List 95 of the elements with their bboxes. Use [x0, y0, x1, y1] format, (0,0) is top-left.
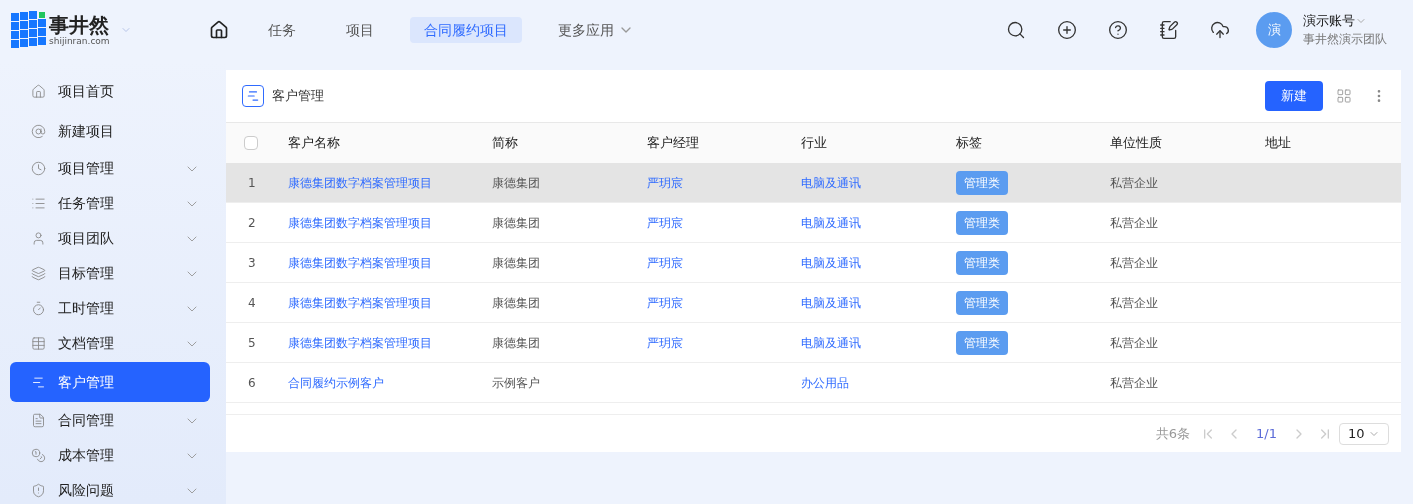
- clock-icon: [31, 161, 46, 176]
- coins-icon: [31, 448, 46, 463]
- nav-tab[interactable]: 项目: [332, 17, 388, 43]
- tag: 管理类: [956, 290, 1008, 315]
- customer-name-link[interactable]: 康德集团数字档案管理项目: [288, 215, 432, 230]
- shield-icon: [31, 483, 46, 498]
- row-number: 5: [248, 335, 256, 350]
- manager-link[interactable]: 严玥宸: [647, 335, 683, 350]
- manager-link[interactable]: 严玥宸: [647, 295, 683, 310]
- column-header: 简称: [492, 134, 519, 153]
- table-cell: 私营企业: [1110, 175, 1158, 190]
- document-icon: [31, 413, 46, 428]
- table-cell: 私营企业: [1110, 335, 1158, 350]
- tag: 管理类: [956, 210, 1008, 235]
- column-header: 单位性质: [1110, 134, 1163, 153]
- sidebar-item[interactable]: 新建项目: [10, 111, 210, 151]
- column-header: 行业: [801, 134, 828, 153]
- logo-icon: [11, 10, 47, 50]
- industry-link[interactable]: 电脑及通讯: [801, 295, 861, 310]
- customer-name-link[interactable]: 康德集团数字档案管理项目: [288, 295, 432, 310]
- table-cell: 康德集团: [492, 295, 540, 310]
- notepad-icon[interactable]: [1159, 20, 1179, 40]
- industry-link[interactable]: 电脑及通讯: [801, 255, 861, 270]
- sidebar-item[interactable]: 风险问题: [10, 473, 210, 504]
- manager-link[interactable]: 严玥宸: [647, 175, 683, 190]
- new-button[interactable]: 新建: [1265, 81, 1323, 111]
- grid-icon[interactable]: [1336, 88, 1352, 104]
- logo-text: 事井然: [49, 14, 110, 35]
- row-number: 3: [248, 255, 256, 270]
- list-icon: [31, 196, 46, 211]
- sidebar-item[interactable]: 合同管理: [10, 403, 210, 438]
- customer-name-link[interactable]: 康德集团数字档案管理项目: [288, 175, 432, 190]
- sidebar-item[interactable]: 项目团队: [10, 221, 210, 256]
- row-number: 1: [248, 175, 256, 190]
- manager-link[interactable]: 严玥宸: [647, 215, 683, 230]
- table-cell: 私营企业: [1110, 255, 1158, 270]
- manager-link[interactable]: 严玥宸: [647, 255, 683, 270]
- customer-name-link[interactable]: 康德集团数字档案管理项目: [288, 255, 432, 270]
- sidebar-item[interactable]: 项目首页: [10, 71, 210, 111]
- tag: 管理类: [956, 170, 1008, 195]
- home-icon: [209, 20, 229, 40]
- timer-icon: [31, 301, 46, 316]
- account-name[interactable]: 演示账号: [1303, 12, 1355, 30]
- nav-tab[interactable]: 更多应用: [544, 17, 628, 43]
- table-cell: 康德集团: [492, 255, 540, 270]
- nav-tab[interactable]: 合同履约项目: [410, 17, 522, 43]
- column-header: 地址: [1265, 134, 1292, 153]
- sidebar-item[interactable]: 文档管理: [10, 326, 210, 361]
- column-header: 客户名称: [288, 134, 341, 153]
- at-icon: [31, 123, 46, 139]
- sidebar-item[interactable]: 任务管理: [10, 186, 210, 221]
- page-indicator: 1/1: [1256, 424, 1277, 443]
- sidebar-item[interactable]: 目标管理: [10, 256, 210, 291]
- table-cell: 私营企业: [1110, 215, 1158, 230]
- total-count: 共6条: [1155, 424, 1191, 443]
- add-icon[interactable]: [1057, 20, 1077, 40]
- table-cell: 康德集团: [492, 215, 540, 230]
- select-all-checkbox[interactable]: [244, 136, 258, 150]
- sidebar-item[interactable]: 成本管理: [10, 438, 210, 473]
- cloud-upload-icon[interactable]: [1210, 20, 1230, 40]
- help-icon[interactable]: [1108, 20, 1128, 40]
- customer-name-link[interactable]: 合同履约示例客户: [288, 375, 384, 390]
- industry-link[interactable]: 电脑及通讯: [801, 335, 861, 350]
- row-number: 2: [248, 215, 256, 230]
- page-size-select[interactable]: 10: [1339, 422, 1389, 445]
- table-icon: [31, 336, 46, 351]
- panel-icon: [242, 85, 264, 107]
- tag: 管理类: [956, 330, 1008, 355]
- column-header: 标签: [956, 134, 983, 153]
- sidebar-item[interactable]: 项目管理: [10, 151, 210, 186]
- column-header: 客户经理: [647, 134, 700, 153]
- team-name: 事井然演示团队: [1303, 32, 1387, 48]
- customer-name-link[interactable]: 康德集团数字档案管理项目: [288, 335, 432, 350]
- user-icon: [31, 231, 46, 246]
- row-number: 6: [248, 375, 256, 390]
- table-cell: 示例客户: [492, 375, 540, 390]
- tag: 管理类: [956, 250, 1008, 275]
- sidebar-item[interactable]: 工时管理: [10, 291, 210, 326]
- house-icon: [31, 83, 46, 99]
- logo-domain: shijinran.com: [49, 36, 110, 46]
- industry-link[interactable]: 电脑及通讯: [801, 175, 861, 190]
- panel-title: 客户管理: [272, 87, 324, 106]
- table-cell: 私营企业: [1110, 375, 1158, 390]
- layers-icon: [31, 266, 46, 281]
- search-icon[interactable]: [1006, 20, 1026, 40]
- table-cell: 康德集团: [492, 175, 540, 190]
- row-number: 4: [248, 295, 256, 310]
- table-cell: 康德集团: [492, 335, 540, 350]
- sidebar-item[interactable]: 客户管理: [10, 362, 210, 402]
- industry-link[interactable]: 办公用品: [801, 375, 849, 390]
- chart-icon: [31, 374, 46, 390]
- table-cell: 私营企业: [1110, 295, 1158, 310]
- nav-tab[interactable]: 任务: [254, 17, 310, 43]
- table-row[interactable]: 1 康德集团数字档案管理项目 康德集团 严玥宸 电脑及通讯 管理类 私营企业: [226, 163, 1401, 203]
- industry-link[interactable]: 电脑及通讯: [801, 215, 861, 230]
